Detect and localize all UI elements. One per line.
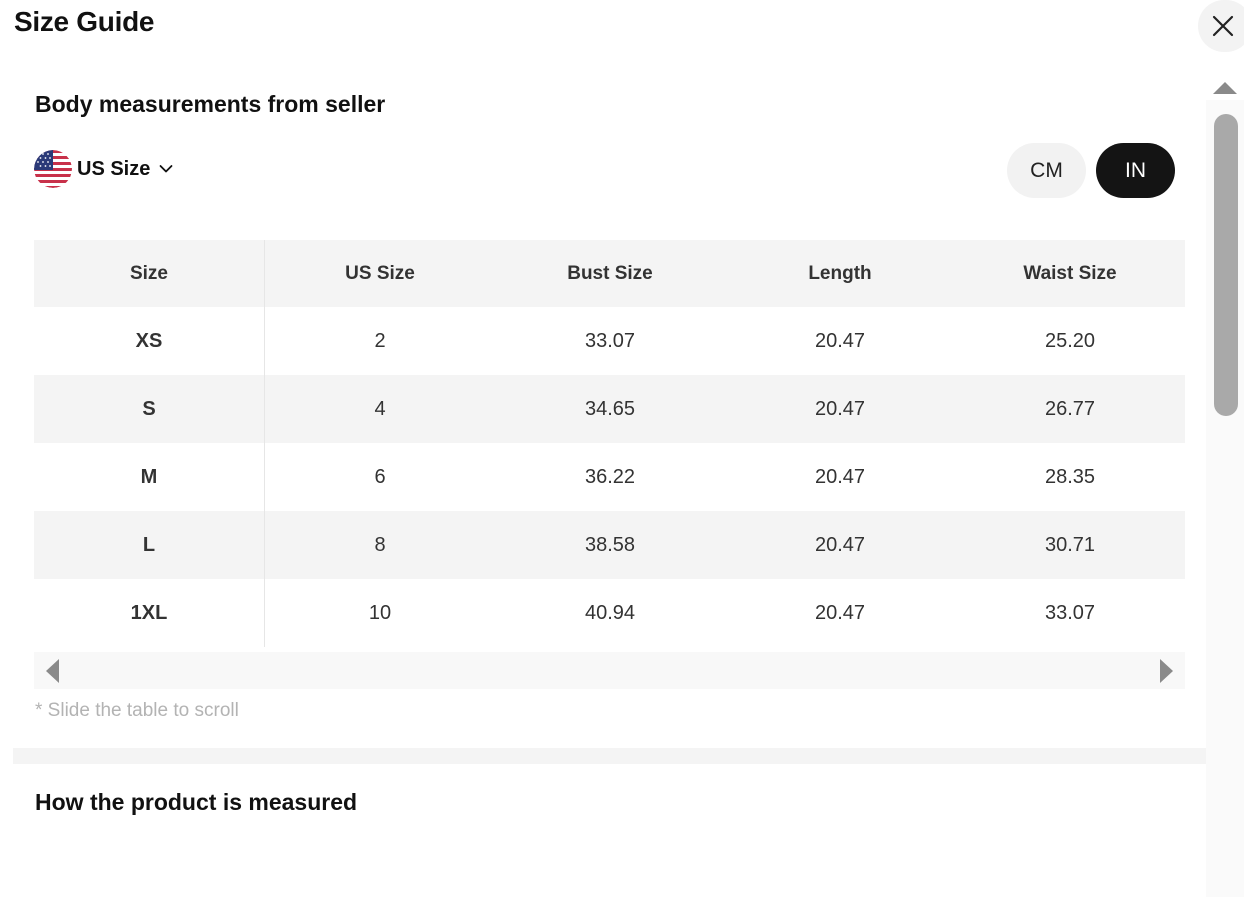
size-table[interactable]: Size US Size Bust Size Length Waist Size… (34, 240, 1185, 647)
table-cell-length: 20.47 (814, 601, 866, 624)
modal-title: Size Guide (14, 6, 155, 37)
unit-toggle-cm[interactable]: CM (1007, 143, 1086, 198)
column-header-waist-size: Waist Size (1023, 262, 1117, 284)
table-cell-waist: 25.20 (1044, 329, 1096, 352)
table-cell-us-size: 2 (374, 329, 386, 352)
table-cell-us-size: 4 (374, 397, 386, 420)
table-row: M 6 36.22 20.47 28.35 (34, 443, 1185, 511)
table-cell-size: XS (34, 307, 265, 375)
table-cell-bust: 38.58 (584, 533, 636, 556)
table-cell-waist: 33.07 (1044, 601, 1096, 624)
table-cell-us-size: 6 (374, 465, 386, 488)
unit-toggle-in[interactable]: IN (1096, 143, 1175, 198)
table-cell-size: M (34, 443, 265, 511)
table-cell-waist: 26.77 (1044, 397, 1096, 420)
table-header-row: Size US Size Bust Size Length Waist Size (34, 240, 1185, 307)
horizontal-scrollbar[interactable] (34, 652, 1185, 689)
us-flag-icon (34, 150, 72, 188)
table-cell-length: 20.47 (814, 397, 866, 420)
table-row: 1XL 10 40.94 20.47 33.07 (34, 579, 1185, 647)
scroll-up-arrow-icon[interactable] (1213, 82, 1237, 94)
size-system-dropdown[interactable]: US Size (34, 150, 173, 188)
table-cell-us-size: 10 (368, 601, 392, 624)
table-row: S 4 34.65 20.47 26.77 (34, 375, 1185, 443)
column-header-bust-size: Bust Size (567, 262, 653, 284)
table-cell-bust: 40.94 (584, 601, 636, 624)
scroll-hint: * Slide the table to scroll (35, 700, 239, 721)
scroll-right-arrow-icon[interactable] (1160, 659, 1173, 683)
table-row: XS 2 33.07 20.47 25.20 (34, 307, 1185, 375)
column-header-us-size: US Size (345, 262, 415, 284)
scroll-left-arrow-icon[interactable] (46, 659, 59, 683)
table-cell-size: S (34, 375, 265, 443)
table-cell-bust: 36.22 (584, 465, 636, 488)
section-title-body-measurements: Body measurements from seller (35, 91, 386, 117)
chevron-down-icon (159, 165, 173, 173)
table-row: L 8 38.58 20.47 30.71 (34, 511, 1185, 579)
table-cell-waist: 28.35 (1044, 465, 1096, 488)
column-header-size: Size (34, 240, 265, 307)
table-cell-bust: 33.07 (584, 329, 636, 352)
table-cell-waist: 30.71 (1044, 533, 1096, 556)
section-divider (13, 748, 1206, 764)
size-system-label: US Size (77, 157, 151, 180)
table-cell-length: 20.47 (814, 533, 866, 556)
table-cell-length: 20.47 (814, 465, 866, 488)
close-icon (1212, 15, 1234, 37)
table-cell-length: 20.47 (814, 329, 866, 352)
close-button[interactable] (1198, 0, 1244, 52)
table-cell-us-size: 8 (374, 533, 386, 556)
table-cell-size: 1XL (34, 579, 265, 647)
section-title-how-measured: How the product is measured (35, 789, 358, 815)
vertical-scrollbar-thumb[interactable] (1214, 114, 1238, 416)
column-header-length: Length (808, 262, 872, 284)
table-cell-bust: 34.65 (584, 397, 636, 420)
table-cell-size: L (34, 511, 265, 579)
